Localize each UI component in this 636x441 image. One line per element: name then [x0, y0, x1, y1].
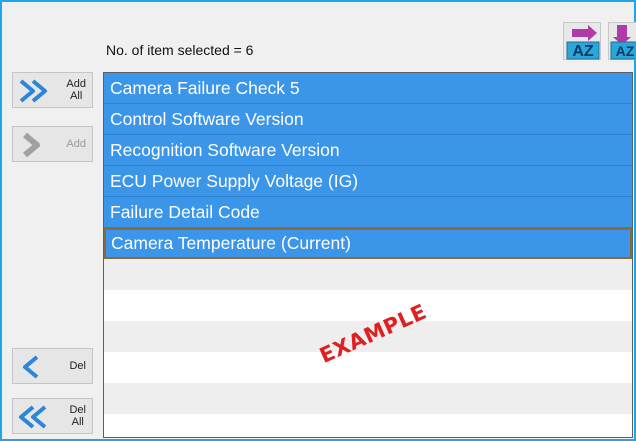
empty-row — [104, 290, 632, 321]
delete-label: Del — [69, 360, 86, 372]
empty-row — [104, 259, 632, 290]
add-all-button[interactable]: Add All — [12, 72, 93, 108]
empty-row — [104, 383, 632, 414]
sort-za-icon: AZ — [610, 25, 636, 60]
chevron-left-icon — [23, 355, 39, 379]
add-label: Add — [66, 138, 86, 150]
double-chevron-right-icon — [19, 79, 47, 103]
delete-all-button[interactable]: Del All — [12, 398, 93, 434]
sort-az-icon: AZ — [566, 25, 600, 60]
list-item[interactable]: Failure Detail Code — [104, 197, 632, 228]
list-item[interactable]: Camera Temperature (Current) — [104, 228, 632, 259]
sort-ascending-button[interactable]: AZ — [563, 22, 601, 60]
list-item[interactable]: Control Software Version — [104, 104, 632, 135]
empty-row — [104, 352, 632, 383]
double-chevron-left-icon — [19, 405, 47, 429]
chevron-right-icon — [23, 132, 40, 158]
selected-count-label: No. of item selected = 6 — [106, 42, 254, 58]
delete-button[interactable]: Del — [12, 348, 93, 384]
sort-descending-button[interactable]: AZ — [608, 22, 636, 60]
list-item[interactable]: Recognition Software Version — [104, 135, 632, 166]
item-selection-panel: No. of item selected = 6 AZ AZ Add All A… — [0, 0, 636, 441]
list-item[interactable]: Camera Failure Check 5 — [104, 73, 632, 104]
delete-all-label: Del All — [69, 404, 86, 428]
sort-az-label: AZ — [572, 43, 594, 60]
empty-row — [104, 414, 632, 437]
add-all-label: Add All — [66, 78, 86, 102]
list-item[interactable]: ECU Power Supply Voltage (IG) — [104, 166, 632, 197]
add-button[interactable]: Add — [12, 126, 93, 162]
sort-za-label: AZ — [616, 43, 635, 59]
selected-items-list[interactable]: Camera Failure Check 5 Control Software … — [103, 72, 633, 438]
